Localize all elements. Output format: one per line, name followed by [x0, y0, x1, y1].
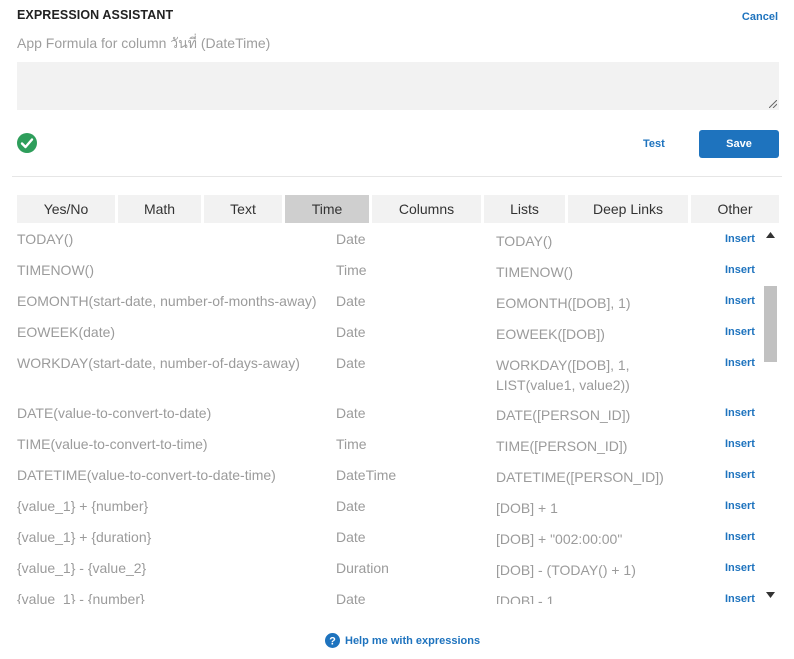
list-scrollbar[interactable]: [763, 226, 778, 604]
cancel-button[interactable]: Cancel: [742, 11, 778, 23]
function-name: DATETIME(value-to-convert-to-date-time): [17, 467, 276, 483]
svg-text:?: ?: [329, 635, 336, 647]
function-type: Date: [336, 405, 366, 421]
help-link-label: Help me with expressions: [345, 634, 481, 647]
tab-lists[interactable]: Lists: [484, 195, 565, 223]
function-type: Date: [336, 498, 366, 514]
function-example: DATETIME([PERSON_ID]): [496, 469, 664, 485]
function-example: EOWEEK([DOB]): [496, 326, 605, 342]
function-example: TODAY(): [496, 233, 553, 249]
function-type: Date: [336, 293, 366, 309]
function-type: Time: [336, 436, 367, 452]
insert-button[interactable]: Insert: [725, 593, 755, 604]
function-name: {value_1} - {number}: [17, 591, 145, 604]
function-example: [DOB] - (TODAY() + 1): [496, 562, 636, 578]
function-name: {value_1} + {number}: [17, 498, 149, 514]
function-example: [DOB] + 1: [496, 500, 558, 516]
scrollbar-thumb[interactable]: [764, 286, 777, 362]
test-button[interactable]: Test: [643, 138, 665, 150]
function-name: {value_1} - {value_2}: [17, 560, 147, 576]
help-link[interactable]: ? Help me with expressions: [325, 633, 480, 648]
function-list: TODAY() Date TODAY() Insert TIMENOW() Ti…: [17, 226, 762, 604]
scroll-down-arrow-icon[interactable]: [766, 592, 775, 598]
function-type: Time: [336, 262, 367, 278]
insert-button[interactable]: Insert: [725, 500, 755, 512]
function-example: [DOB] - 1: [496, 593, 555, 604]
function-type: Date: [336, 324, 366, 340]
insert-button[interactable]: Insert: [725, 562, 755, 574]
function-type: Date: [336, 529, 366, 545]
tab-other[interactable]: Other: [691, 195, 779, 223]
function-example: [DOB] + "002:00:00": [496, 531, 623, 547]
function-type: Date: [336, 591, 366, 604]
valid-check-icon: [17, 133, 37, 153]
insert-button[interactable]: Insert: [725, 357, 755, 369]
page-title: EXPRESSION ASSISTANT: [17, 8, 174, 22]
function-name: TODAY(): [17, 231, 74, 247]
insert-button[interactable]: Insert: [725, 438, 755, 450]
tab-yes-no[interactable]: Yes/No: [17, 195, 115, 223]
resize-grip-icon[interactable]: [769, 100, 777, 108]
tab-math[interactable]: Math: [118, 195, 201, 223]
function-name: DATE(value-to-convert-to-date): [17, 405, 212, 421]
function-name: EOWEEK(date): [17, 324, 116, 340]
formula-subtitle: App Formula for column วันที่ (DateTime): [17, 35, 271, 51]
function-example: TIME([PERSON_ID]): [496, 438, 628, 454]
tab-deep-links[interactable]: Deep Links: [568, 195, 688, 223]
insert-button[interactable]: Insert: [725, 233, 755, 245]
save-button[interactable]: Save: [699, 130, 779, 158]
function-example: EOMONTH([DOB], 1): [496, 295, 631, 311]
function-type: Date: [336, 231, 366, 247]
tab-text[interactable]: Text: [204, 195, 282, 223]
function-type: DateTime: [336, 467, 397, 483]
insert-button[interactable]: Insert: [725, 407, 755, 419]
function-type: Duration: [336, 560, 389, 576]
insert-button[interactable]: Insert: [725, 469, 755, 481]
tab-time[interactable]: Time: [285, 195, 369, 223]
divider: [12, 176, 782, 177]
function-name: {value_1} + {duration}: [17, 529, 152, 545]
function-example: DATE([PERSON_ID]): [496, 407, 631, 423]
function-example: WORKDAY([DOB], 1, LIST(value1, value2)): [496, 357, 630, 393]
formula-editor[interactable]: [17, 62, 779, 110]
function-example: TIMENOW(): [496, 264, 573, 280]
function-name: TIMENOW(): [17, 262, 94, 278]
function-type: Date: [336, 355, 366, 371]
insert-button[interactable]: Insert: [725, 295, 755, 307]
function-name: TIME(value-to-convert-to-time): [17, 436, 208, 452]
function-name: EOMONTH(start-date, number-of-months-awa…: [17, 293, 317, 309]
tab-columns[interactable]: Columns: [372, 195, 481, 223]
function-category-tabs: Yes/No Math Text Time Columns Lists Deep…: [17, 195, 782, 223]
insert-button[interactable]: Insert: [725, 326, 755, 338]
scroll-up-arrow-icon[interactable]: [766, 232, 775, 238]
help-question-icon: ?: [325, 633, 340, 648]
insert-button[interactable]: Insert: [725, 531, 755, 543]
function-name: WORKDAY(start-date, number-of-days-away): [17, 355, 300, 371]
insert-button[interactable]: Insert: [725, 264, 755, 276]
